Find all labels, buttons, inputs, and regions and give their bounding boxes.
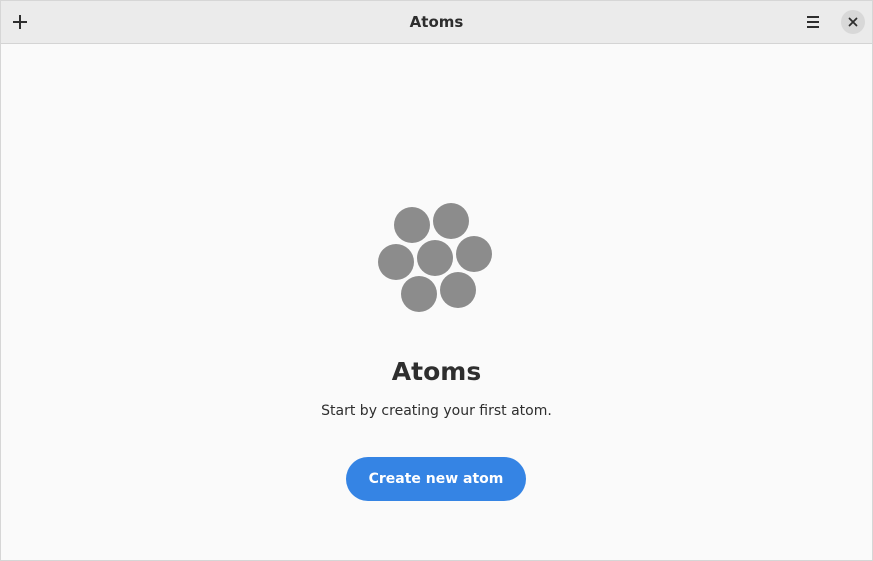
main-menu-button[interactable] (798, 7, 828, 37)
status-description: Start by creating your first atom. (321, 403, 552, 419)
app-window: Atoms Atoms Start by creating your first… (0, 0, 873, 561)
add-button[interactable] (5, 7, 35, 37)
window-title: Atoms (409, 13, 464, 31)
plus-icon (13, 15, 27, 29)
header-bar: Atoms (1, 1, 872, 44)
create-new-atom-button[interactable]: Create new atom (346, 457, 526, 501)
hamburger-menu-icon (807, 16, 819, 28)
status-title: Atoms (391, 357, 482, 386)
empty-status-page: Atoms Start by creating your first atom.… (1, 45, 872, 561)
atoms-icon (378, 203, 492, 312)
close-button[interactable] (841, 10, 865, 34)
close-icon (848, 17, 858, 27)
